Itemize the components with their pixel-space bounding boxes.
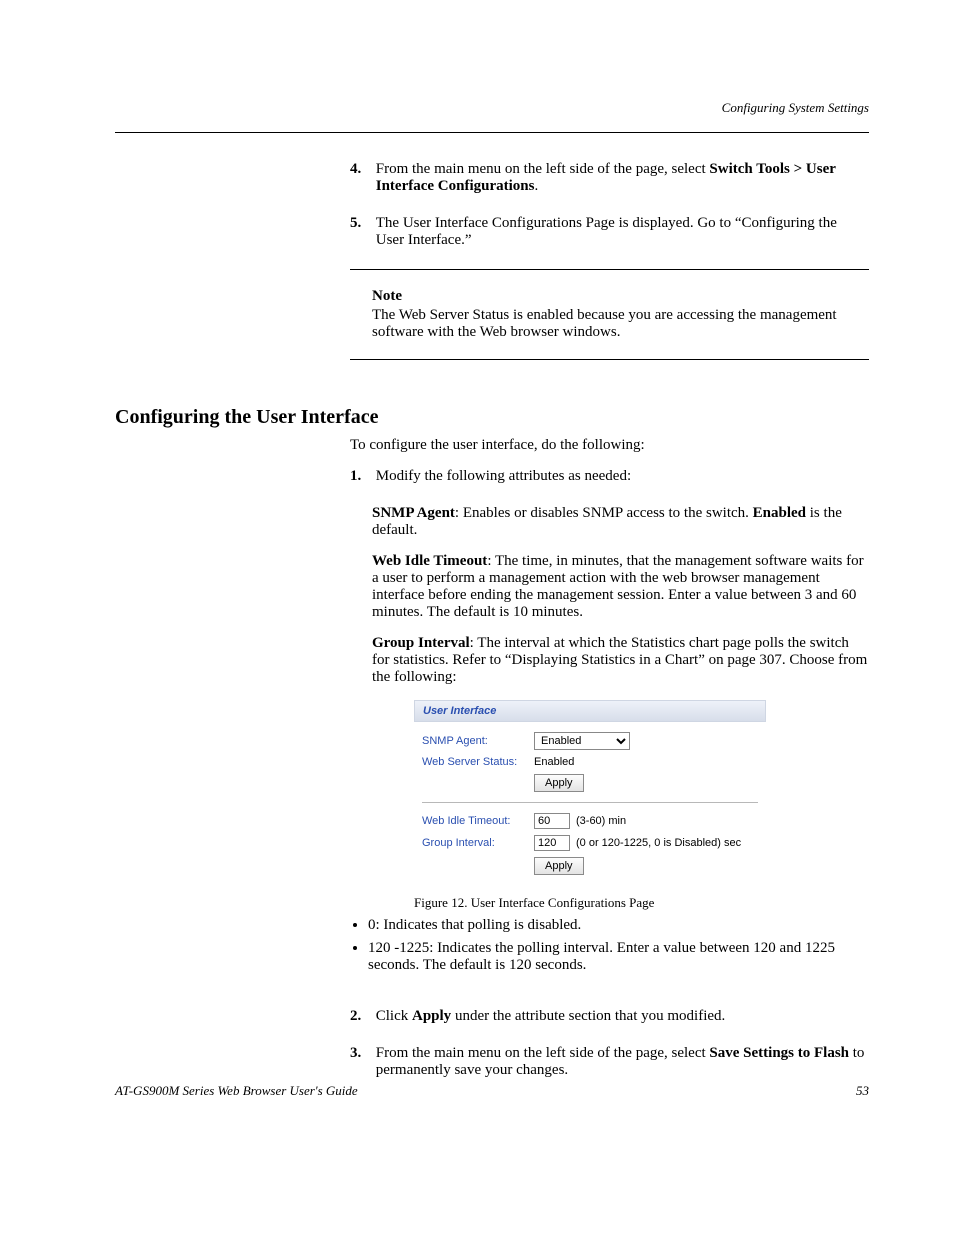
- text-frag: From the main menu on the left side of t…: [376, 161, 710, 177]
- group-interval-input[interactable]: [534, 835, 570, 851]
- attr-step-1: 1. Modify the following attributes as ne…: [350, 468, 869, 485]
- note-label: Note: [372, 288, 402, 305]
- apply-button-bottom[interactable]: Apply: [534, 857, 584, 875]
- ui-body: SNMP Agent: Enabled Web Server Status: E…: [414, 722, 766, 881]
- apply-button-top[interactable]: Apply: [534, 774, 584, 792]
- attr-wit: Web Idle Timeout: The time, in minutes, …: [372, 553, 869, 621]
- step-num: 1.: [350, 468, 372, 485]
- attr-step-3: 3. From the main menu on the left side o…: [350, 1045, 869, 1079]
- row-wss: Web Server Status: Enabled: [422, 756, 758, 768]
- footer-left: AT-GS900M Series Web Browser User's Guid…: [115, 1083, 358, 1099]
- step-num: 3.: [350, 1045, 372, 1062]
- attr-step-2: 2. Click Apply under the attribute secti…: [350, 1008, 869, 1025]
- ui-separator: [422, 802, 758, 803]
- lead-para: To configure the user interface, do the …: [350, 437, 869, 454]
- note-text: The Web Server Status is enabled because…: [372, 307, 869, 341]
- page-footer: AT-GS900M Series Web Browser User's Guid…: [115, 1083, 869, 1099]
- row-snmp: SNMP Agent: Enabled: [422, 732, 758, 750]
- attr-gi: Group Interval: The interval at which th…: [372, 635, 869, 686]
- label-wit: Web Idle Timeout:: [422, 815, 534, 827]
- ui-panel: User Interface SNMP Agent: Enabled Web S…: [414, 700, 766, 881]
- row-gi: Group Interval: (0 or 120-1225, 0 is Dis…: [422, 835, 758, 851]
- step-text: The User Interface Configurations Page i…: [376, 215, 869, 249]
- text-frag: : Enables or disables SNMP access to the…: [455, 505, 753, 521]
- attr-snmp: SNMP Agent: Enables or disables SNMP acc…: [372, 505, 869, 539]
- step-text: Click Apply under the attribute section …: [376, 1008, 869, 1025]
- running-head: Configuring System Settings: [722, 100, 869, 116]
- text-frag: under the attribute section that you mod…: [451, 1008, 725, 1024]
- text-frag: .: [534, 178, 538, 194]
- label-wss: Web Server Status:: [422, 756, 534, 768]
- ui-titlebar: User Interface: [414, 700, 766, 722]
- label-gi: Group Interval:: [422, 837, 534, 849]
- step-num: 2.: [350, 1008, 372, 1025]
- text-frag: Apply: [412, 1008, 451, 1024]
- top-rule: [115, 132, 869, 133]
- bullet-item: 120 -1225: Indicates the polling interva…: [368, 940, 869, 974]
- step-text: From the main menu on the left side of t…: [376, 1045, 869, 1079]
- row-wit: Web Idle Timeout: (3-60) min: [422, 813, 758, 829]
- footer-right: 53: [856, 1083, 869, 1099]
- hint-wit: (3-60) min: [576, 815, 626, 827]
- note-rule-bottom: [350, 359, 869, 360]
- attr-label: Web Idle Timeout: [372, 553, 487, 569]
- text-frag: From the main menu on the left side of t…: [376, 1045, 710, 1061]
- snmp-agent-select[interactable]: Enabled: [534, 732, 630, 750]
- note-block: Note The Web Server Status is enabled be…: [350, 288, 869, 341]
- step-num: 5.: [350, 215, 372, 232]
- web-idle-timeout-input[interactable]: [534, 813, 570, 829]
- step-num: 4.: [350, 161, 372, 178]
- attr-label: SNMP Agent: [372, 505, 455, 521]
- step-text: From the main menu on the left side of t…: [376, 161, 869, 195]
- step-4: 4. From the main menu on the left side o…: [350, 161, 869, 195]
- gi-bullets: 0: Indicates that polling is disabled. 1…: [350, 917, 869, 974]
- step-5: 5. The User Interface Configurations Pag…: [350, 215, 869, 249]
- value-wss: Enabled: [534, 756, 574, 768]
- attr-label: Group Interval: [372, 635, 470, 651]
- step-text: Modify the following attributes as neede…: [376, 468, 869, 485]
- hint-gi: (0 or 120-1225, 0 is Disabled) sec: [576, 837, 741, 849]
- text-frag: Enabled: [753, 505, 806, 521]
- figure-caption: Figure 12. User Interface Configurations…: [414, 895, 869, 911]
- label-snmp: SNMP Agent:: [422, 735, 534, 747]
- section-title: Configuring the User Interface: [115, 406, 869, 429]
- bullet-item: 0: Indicates that polling is disabled.: [368, 917, 869, 934]
- text-frag: Click: [376, 1008, 412, 1024]
- note-rule-top: [350, 269, 869, 270]
- text-frag: Save Settings to Flash: [709, 1045, 849, 1061]
